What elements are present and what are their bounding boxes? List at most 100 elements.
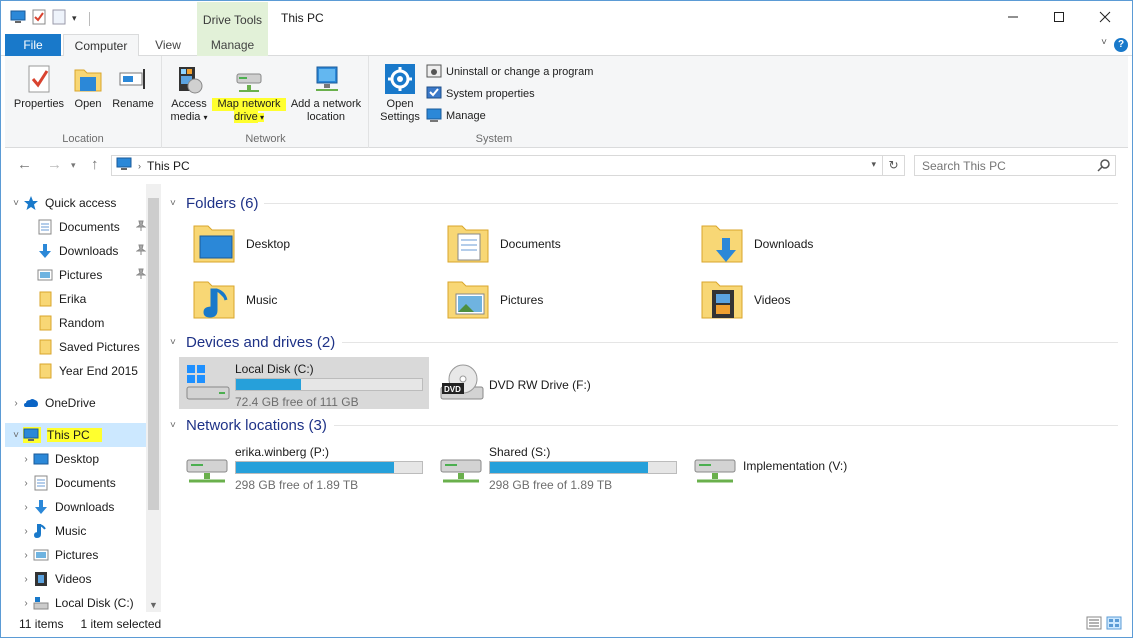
nav-item-qa-pictures[interactable]: Pictures — [5, 263, 147, 287]
address-history-chevron-icon[interactable]: ▾ — [871, 159, 876, 170]
details-view-icon[interactable] — [1086, 616, 1102, 633]
folder-tile-downloads[interactable]: Downloads — [690, 218, 940, 270]
expand-chevron-icon[interactable]: › — [19, 526, 33, 537]
pin-icon[interactable] — [135, 220, 147, 235]
expand-chevron-icon[interactable]: › — [19, 550, 33, 561]
ribbon: Properties Open Rename Location Access m… — [5, 56, 1128, 148]
properties-check-icon[interactable] — [32, 9, 46, 28]
uninstall-program-button[interactable]: Uninstall or change a program — [426, 62, 593, 82]
drive-tile-local-disk[interactable]: Local Disk (C:) 72.4 GB free of 111 GB — [179, 357, 429, 409]
open-settings-button[interactable]: Open Settings — [378, 64, 422, 124]
nav-item-qa-downloads[interactable]: Downloads — [5, 239, 147, 263]
expand-chevron-icon[interactable]: ˅ — [9, 198, 23, 209]
folder-tile-desktop[interactable]: Desktop — [182, 218, 432, 270]
nav-item-pc-music[interactable]: › Music — [5, 519, 146, 543]
nav-item-qa-saved-pictures[interactable]: Saved Pictures — [5, 335, 146, 359]
back-arrow-icon[interactable]: ← — [17, 156, 32, 173]
nav-item-qa-documents[interactable]: Documents — [5, 215, 147, 239]
collapse-chevron-icon[interactable]: ˅ — [170, 198, 186, 209]
rename-button[interactable]: Rename — [109, 64, 157, 111]
tab-view[interactable]: View — [142, 34, 194, 56]
title-bar: ▾ Drive Tools This PC — [0, 0, 1133, 35]
scroll-thumb[interactable] — [148, 198, 159, 510]
nav-item-qa-erika[interactable]: Erika — [5, 287, 146, 311]
usage-fill — [236, 462, 395, 473]
manage-button[interactable]: Manage — [426, 106, 486, 126]
status-bar: 11 items 1 item selected — [5, 612, 1128, 636]
search-icon[interactable] — [1097, 159, 1110, 175]
nav-item-qa-year-end-2015[interactable]: Year End 2015 — [5, 359, 146, 383]
folder-tile-documents[interactable]: Documents — [436, 218, 686, 270]
folder-tile-music[interactable]: Music — [182, 274, 432, 326]
close-button[interactable] — [1082, 1, 1128, 33]
nav-item-qa-random[interactable]: Random — [5, 311, 146, 335]
nav-item-pc-downloads[interactable]: › Downloads — [5, 495, 146, 519]
expand-ribbon-chevron-icon[interactable]: ˅ — [1101, 37, 1107, 48]
customize-qat-chevron-icon[interactable]: ▾ — [72, 13, 77, 24]
nav-item-pc-pictures[interactable]: › Pictures — [5, 543, 146, 567]
network-drive-icon — [691, 446, 739, 486]
breadcrumb-this-pc[interactable]: This PC — [147, 159, 190, 173]
expand-chevron-icon[interactable]: › — [19, 502, 33, 513]
properties-button[interactable]: Properties — [11, 64, 67, 111]
expand-chevron-icon[interactable]: ˅ — [9, 430, 23, 441]
refresh-button[interactable]: ↻ — [883, 155, 905, 176]
new-folder-icon[interactable] — [52, 9, 66, 28]
settings-gear-icon — [384, 64, 416, 94]
section-title: Folders (6) — [186, 194, 259, 212]
computer-icon[interactable] — [10, 10, 26, 27]
folder-tile-pictures[interactable]: Pictures — [436, 274, 686, 326]
forward-arrow-icon[interactable]: → — [47, 156, 62, 173]
expand-chevron-icon[interactable]: › — [19, 478, 33, 489]
search-box[interactable] — [914, 155, 1116, 176]
pin-icon[interactable] — [135, 268, 147, 283]
nav-item-pc-local-disk[interactable]: › Local Disk (C:) — [5, 591, 146, 612]
nav-item-this-pc[interactable]: ˅ This PC — [5, 423, 146, 447]
tiles-view-icon[interactable] — [1106, 616, 1122, 633]
help-button[interactable]: ? — [1114, 38, 1128, 52]
network-drive-tile-v[interactable]: Implementation (V:) — [687, 440, 937, 492]
folder-tile-videos[interactable]: Videos — [690, 274, 940, 326]
nav-item-pc-videos[interactable]: › Videos — [5, 567, 146, 591]
devices-section-header[interactable]: ˅ Devices and drives (2) — [170, 331, 335, 353]
network-section-header[interactable]: ˅ Network locations (3) — [170, 414, 327, 436]
open-button[interactable]: Open — [69, 64, 107, 111]
map-network-drive-button[interactable]: Map network drive ▾ — [212, 64, 286, 124]
expand-chevron-icon[interactable]: › — [19, 598, 33, 609]
add-network-location-button[interactable]: Add a network location — [287, 64, 365, 124]
recent-locations-chevron-icon[interactable]: ▾ — [71, 160, 76, 171]
maximize-button[interactable] — [1036, 1, 1082, 33]
address-row: ← → ▾ ↑ › This PC ▾ ↻ — [5, 150, 1128, 182]
nav-item-pc-desktop[interactable]: › Desktop — [5, 447, 146, 471]
address-bar[interactable]: › This PC ▾ — [111, 155, 883, 176]
drive-tile-dvd[interactable]: DVD DVD RW Drive (F:) — [433, 357, 683, 409]
nav-item-onedrive[interactable]: › OneDrive — [5, 391, 146, 415]
pin-icon[interactable] — [135, 244, 147, 259]
drive-free-space: 72.4 GB free of 111 GB — [235, 395, 359, 409]
minimize-button[interactable] — [990, 1, 1036, 33]
breadcrumb-separator-icon[interactable]: › — [138, 161, 141, 171]
network-drive-tile-p[interactable]: erika.winberg (P:) 298 GB free of 1.89 T… — [179, 440, 429, 492]
collapse-chevron-icon[interactable]: ˅ — [170, 337, 186, 348]
add-network-location-label-1: Add a network — [290, 98, 362, 110]
collapse-chevron-icon[interactable]: ˅ — [170, 420, 186, 431]
up-arrow-icon[interactable]: ↑ — [91, 156, 99, 173]
expand-chevron-icon[interactable]: › — [19, 574, 33, 585]
expand-chevron-icon[interactable]: › — [9, 398, 23, 409]
network-drive-tile-s[interactable]: Shared (S:) 298 GB free of 1.89 TB — [433, 440, 683, 492]
folders-section-header[interactable]: ˅ Folders (6) — [170, 192, 259, 214]
expand-chevron-icon[interactable]: › — [19, 454, 33, 465]
properties-label: Properties — [13, 98, 65, 110]
scroll-down-arrow-icon[interactable]: ▼ — [149, 600, 158, 610]
tab-computer[interactable]: Computer — [63, 34, 139, 57]
access-media-button[interactable]: Access media ▾ — [167, 64, 211, 124]
system-properties-button[interactable]: System properties — [426, 84, 535, 104]
tab-file[interactable]: File — [5, 34, 61, 56]
nav-pane-scrollbar[interactable]: ▼ — [146, 184, 161, 612]
nav-label: Downloads — [59, 244, 119, 258]
search-input[interactable] — [915, 156, 1090, 175]
film-icon — [33, 571, 49, 587]
tab-manage[interactable]: Manage — [197, 34, 268, 56]
nav-item-pc-documents[interactable]: › Documents — [5, 471, 146, 495]
nav-item-quick-access[interactable]: ˅ Quick access — [5, 191, 146, 215]
